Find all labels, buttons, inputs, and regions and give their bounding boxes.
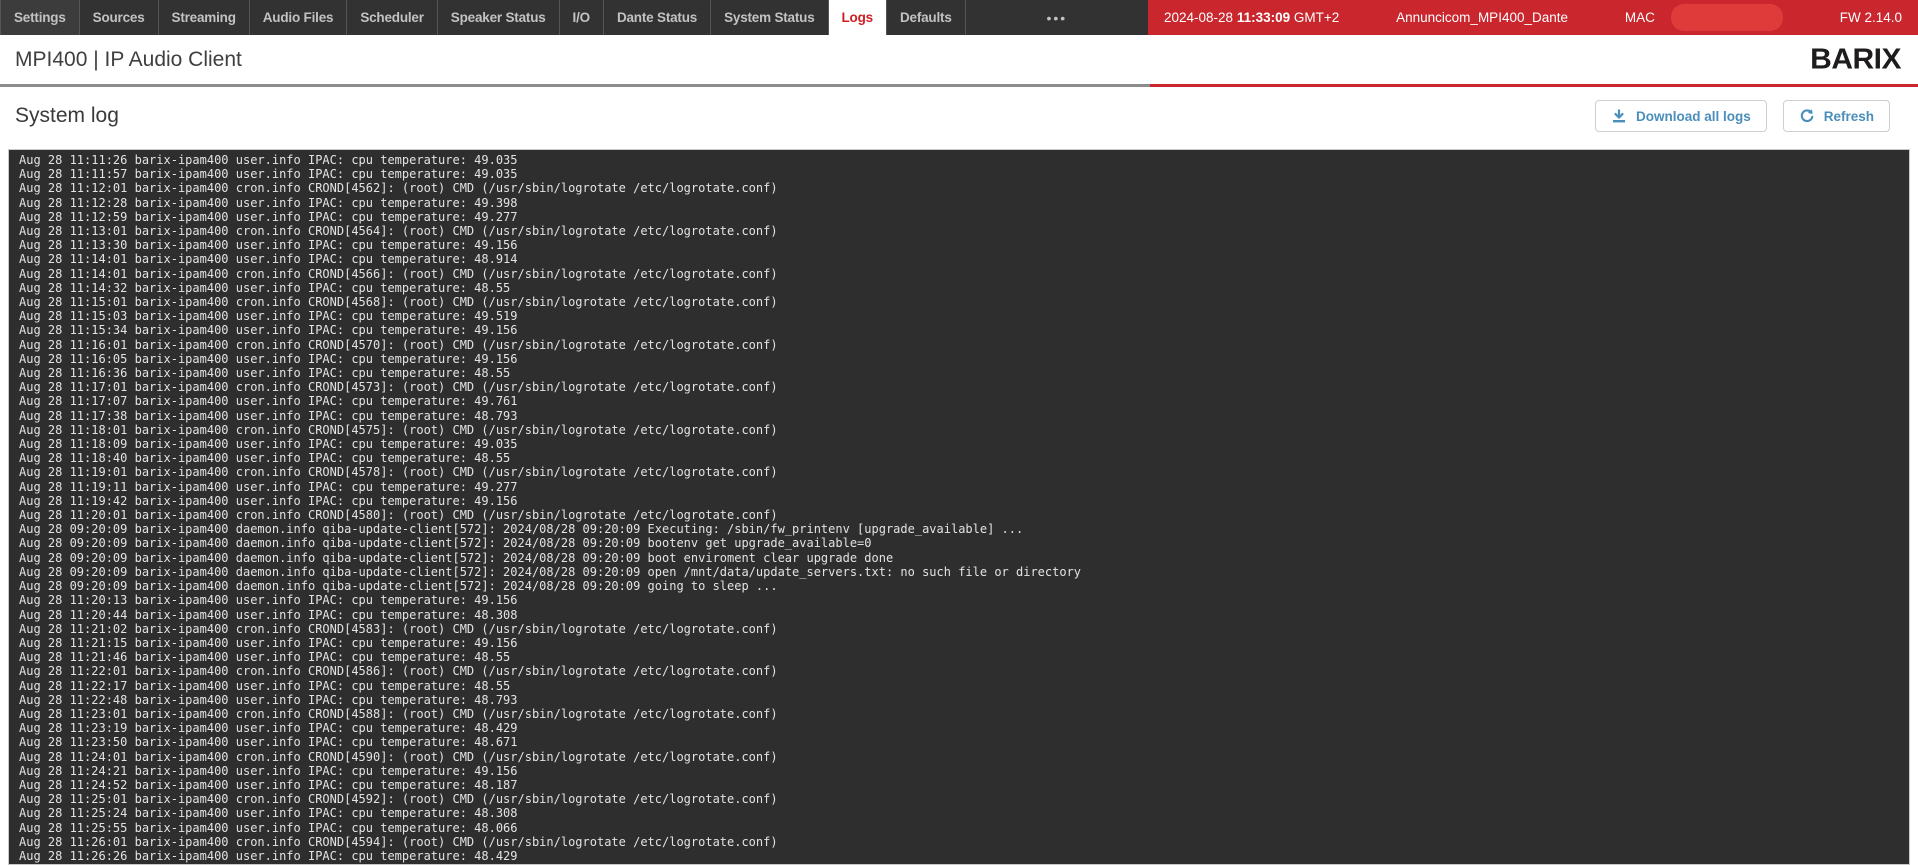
page-title: MPI400 | IP Audio Client [15, 48, 242, 72]
download-button-label: Download all logs [1636, 109, 1751, 124]
tab-sources[interactable]: Sources [79, 0, 158, 35]
tab-logs[interactable]: Logs [828, 0, 886, 35]
header-divider [0, 84, 1918, 87]
header-divider-gray [0, 84, 1150, 87]
status-datetime: 2024-08-28 11:33:09 GMT+2 [1164, 10, 1339, 25]
top-nav-bar: SettingsSourcesStreamingAudio FilesSched… [0, 0, 1918, 35]
tab-i-o[interactable]: I/O [559, 0, 603, 35]
header-divider-red [1150, 84, 1918, 87]
status-time: 11:33:09 [1237, 10, 1290, 25]
download-all-logs-button[interactable]: Download all logs [1595, 100, 1767, 132]
tab-defaults[interactable]: Defaults [886, 0, 966, 35]
nav-status-bar: 2024-08-28 11:33:09 GMT+2 Annuncicom_MPI… [1148, 0, 1918, 35]
tab-streaming[interactable]: Streaming [158, 0, 249, 35]
tab-scheduler[interactable]: Scheduler [346, 0, 436, 35]
refresh-button-label: Refresh [1824, 109, 1874, 124]
log-toolbar: System log Download all logs Refresh [15, 99, 1890, 133]
tab-settings[interactable]: Settings [0, 0, 79, 35]
ellipsis-icon: ••• [1046, 10, 1067, 26]
refresh-icon [1799, 108, 1815, 124]
tab-system-status[interactable]: System Status [710, 0, 827, 35]
status-mac-label: MAC [1625, 10, 1655, 25]
tab-dante-status[interactable]: Dante Status [603, 0, 710, 35]
system-log-viewer[interactable]: Aug 28 11:11:26 barix-ipam400 user.info … [8, 149, 1910, 865]
status-firmware: FW 2.14.0 [1840, 10, 1902, 25]
tab-speaker-status[interactable]: Speaker Status [437, 0, 559, 35]
log-output: Aug 28 11:11:26 barix-ipam400 user.info … [9, 150, 1909, 865]
toolbar-actions: Download all logs Refresh [1595, 100, 1890, 132]
status-timezone: GMT+2 [1294, 10, 1339, 25]
tab-audio-files[interactable]: Audio Files [249, 0, 347, 35]
status-device-name: Annuncicom_MPI400_Dante [1396, 10, 1568, 25]
download-icon [1611, 108, 1627, 124]
status-date: 2024-08-28 [1164, 10, 1233, 25]
nav-tabs: SettingsSourcesStreamingAudio FilesSched… [0, 0, 966, 35]
status-mac: MAC [1625, 4, 1783, 31]
nav-overflow-menu[interactable]: ••• [966, 0, 1148, 35]
section-heading: System log [15, 104, 119, 128]
mac-address-redacted [1671, 4, 1783, 31]
refresh-button[interactable]: Refresh [1783, 100, 1890, 132]
app-header: MPI400 | IP Audio Client BARIX [0, 35, 1918, 84]
barix-logo: BARIX [1810, 43, 1901, 75]
